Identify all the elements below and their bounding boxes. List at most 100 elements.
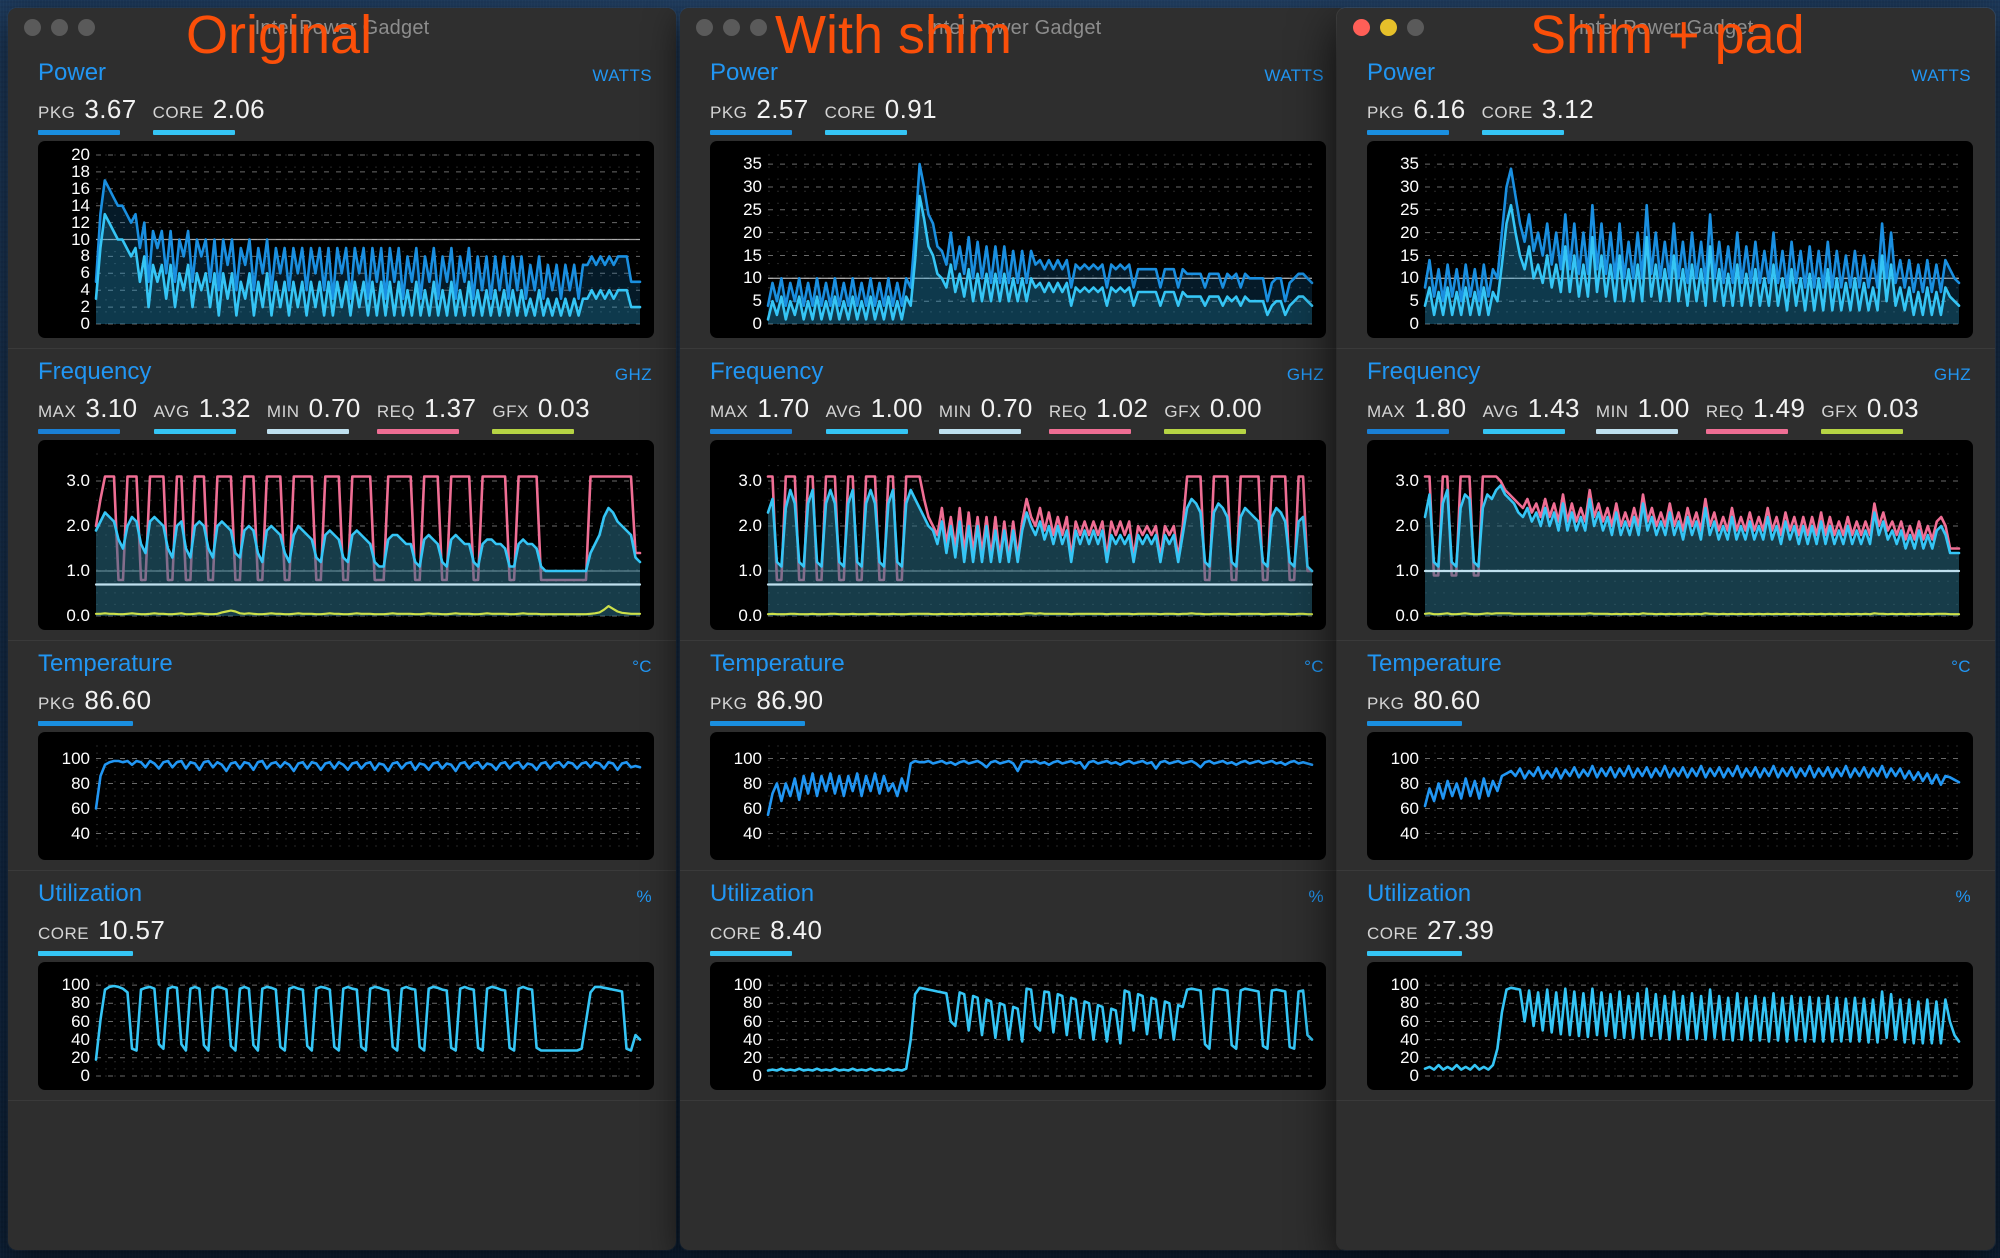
stat-value: 1.49 [1753, 393, 1805, 424]
stat-underline [1367, 951, 1462, 956]
stat-underline [1596, 429, 1678, 434]
stat-underline [38, 429, 120, 434]
section-unit: °C [1951, 657, 1971, 677]
stat-key: PKG [710, 694, 747, 714]
stat-underline [38, 130, 120, 135]
stat-utilization-core: CORE 8.40 [710, 915, 822, 956]
stat-underline [153, 130, 235, 135]
section-unit: WATTS [1264, 66, 1324, 86]
section-title: Frequency [1367, 358, 1480, 386]
chart-power[interactable]: 35302520151050 [1367, 141, 1973, 338]
section-title: Temperature [38, 650, 173, 678]
stat-value: 86.60 [84, 685, 151, 716]
stat-temperature-pkg: PKG 86.90 [710, 685, 823, 726]
section-header: Utilization % [680, 871, 1348, 908]
window-2[interactable]: Intel Power Gadget Power WATTS PKG 2.57 … [680, 8, 1348, 1250]
stat-key: MIN [267, 402, 300, 422]
stat-frequency-min: MIN 0.70 [267, 393, 361, 434]
stat-key: PKG [710, 103, 747, 123]
stat-frequency-min: MIN 0.70 [939, 393, 1033, 434]
stat-frequency-req: REQ 1.49 [1706, 393, 1806, 434]
chart-svg-temperature [38, 732, 654, 860]
section-stats: MAX 1.80 AVG 1.43 MIN 1.00 REQ 1.49 [1337, 386, 1995, 434]
stat-underline [1164, 429, 1246, 434]
section-header: Temperature °C [680, 641, 1348, 678]
section-temperature: Temperature °C PKG 86.90 100806040 [680, 641, 1348, 860]
stat-key: MIN [1596, 402, 1629, 422]
stat-value: 1.80 [1414, 393, 1466, 424]
stat-value: 0.03 [538, 393, 590, 424]
stat-value: 1.70 [757, 393, 809, 424]
section-stats: CORE 27.39 [1337, 908, 1995, 956]
stat-power-pkg: PKG 6.16 [1367, 94, 1466, 135]
stat-frequency-req: REQ 1.02 [1049, 393, 1149, 434]
stat-key: REQ [1706, 402, 1744, 422]
stat-frequency-avg: AVG 1.00 [826, 393, 923, 434]
chart-temperature[interactable]: 100806040 [1367, 732, 1973, 860]
stat-key: PKG [38, 103, 75, 123]
chart-svg-utilization [38, 962, 654, 1090]
chart-frequency[interactable]: 3.02.01.00.0 [38, 440, 654, 630]
section-divider [8, 1100, 676, 1101]
stat-value: 27.39 [1427, 915, 1494, 946]
stat-key: MIN [939, 402, 972, 422]
stat-key: CORE [1482, 103, 1533, 123]
stat-frequency-max: MAX 1.80 [1367, 393, 1467, 434]
chart-power[interactable]: 20181614121086420 [38, 141, 654, 338]
stat-underline [38, 951, 133, 956]
section-title: Utilization [710, 880, 814, 908]
section-unit: % [636, 887, 652, 907]
stat-value: 2.57 [756, 94, 808, 125]
stat-value: 80.60 [1413, 685, 1480, 716]
section-title: Power [710, 59, 778, 87]
chart-temperature[interactable]: 100806040 [710, 732, 1326, 860]
chart-utilization[interactable]: 100806040200 [710, 962, 1326, 1090]
window-3[interactable]: Intel Power Gadget Power WATTS PKG 6.16 … [1337, 8, 1995, 1250]
stat-underline [826, 429, 908, 434]
section-frequency: Frequency GHZ MAX 1.70 AVG 1.00 MIN 0.70 [680, 349, 1348, 630]
section-utilization: Utilization % CORE 27.39 100806040200 [1337, 871, 1995, 1090]
stat-underline [1367, 130, 1449, 135]
window-1[interactable]: Intel Power Gadget Power WATTS PKG 3.67 … [8, 8, 676, 1250]
stat-frequency-req: REQ 1.37 [377, 393, 477, 434]
stat-value: 10.57 [98, 915, 165, 946]
stat-key: PKG [1367, 103, 1404, 123]
section-divider [1337, 1100, 1995, 1101]
chart-svg-frequency [1367, 440, 1973, 630]
section-unit: WATTS [1911, 66, 1971, 86]
section-stats: PKG 3.67 CORE 2.06 [8, 87, 676, 135]
stat-key: AVG [154, 402, 190, 422]
chart-temperature[interactable]: 100806040 [38, 732, 654, 860]
section-power: Power WATTS PKG 2.57 CORE 0.91 353025201… [680, 50, 1348, 338]
chart-power[interactable]: 35302520151050 [710, 141, 1326, 338]
section-header: Temperature °C [1337, 641, 1995, 678]
stat-key: PKG [1367, 694, 1404, 714]
stat-underline [154, 429, 236, 434]
chart-utilization[interactable]: 100806040200 [1367, 962, 1973, 1090]
stat-value: 6.16 [1413, 94, 1465, 125]
stat-underline [1049, 429, 1131, 434]
stat-underline [38, 721, 133, 726]
stat-temperature-pkg: PKG 80.60 [1367, 685, 1480, 726]
stat-underline [267, 429, 349, 434]
stat-key: CORE [710, 924, 761, 944]
stat-value: 0.03 [1867, 393, 1919, 424]
chart-frequency[interactable]: 3.02.01.00.0 [1367, 440, 1973, 630]
stat-value: 0.00 [1210, 393, 1262, 424]
stat-key: CORE [1367, 924, 1418, 944]
stat-underline [1706, 429, 1788, 434]
stat-value: 3.12 [1542, 94, 1594, 125]
stat-key: MAX [1367, 402, 1405, 422]
chart-utilization[interactable]: 100806040200 [38, 962, 654, 1090]
stat-key: CORE [38, 924, 89, 944]
section-unit: °C [1304, 657, 1324, 677]
chart-frequency[interactable]: 3.02.01.00.0 [710, 440, 1326, 630]
annotation-label-3: Shim + pad [1530, 8, 1805, 62]
stat-power-core: CORE 3.12 [1482, 94, 1594, 135]
chart-svg-frequency [38, 440, 654, 630]
stat-key: GFX [1821, 402, 1857, 422]
stat-value: 3.10 [85, 393, 137, 424]
stat-value: 8.40 [770, 915, 822, 946]
stat-value: 0.70 [309, 393, 361, 424]
stat-key: AVG [826, 402, 862, 422]
